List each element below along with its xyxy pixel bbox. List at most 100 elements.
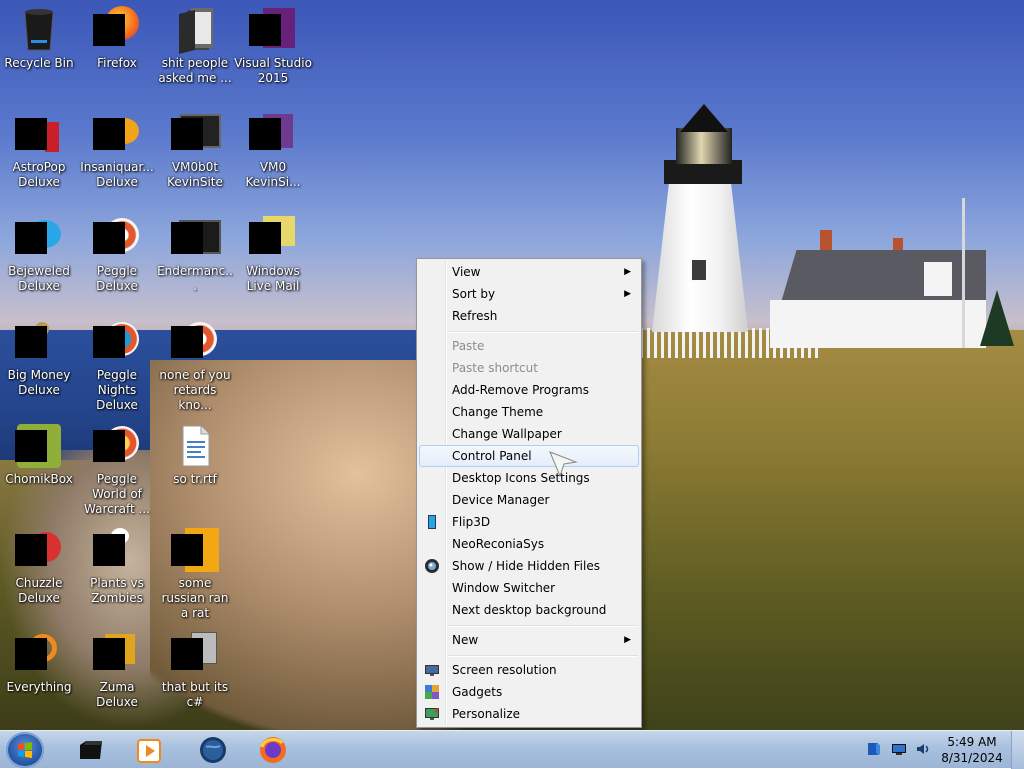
submenu-arrow-icon: ▶: [624, 635, 631, 645]
taskbar-pinned-app[interactable]: [186, 732, 238, 768]
menu-item-neoreconiasys[interactable]: NeoReconiaSys: [419, 533, 639, 555]
menu-item-label: Next desktop background: [452, 603, 607, 617]
desktop-icon-recycle-bin[interactable]: Recycle Bin: [0, 0, 78, 71]
plants-vs-zombies-icon: [93, 526, 141, 574]
desktop-icon-some-russian-ran-a-rat[interactable]: some russian ran a rat: [156, 520, 234, 621]
monitor-icon: [424, 662, 440, 678]
peggle-nights-icon: [93, 318, 141, 366]
menu-item-next-desktop-background[interactable]: Next desktop background: [419, 599, 639, 621]
desktop-icon-label: AstroPop Deluxe: [12, 160, 66, 189]
desktop-icon-so-tr-rtf[interactable]: so tr.rtf: [156, 416, 234, 487]
taskbar: 5:49 AM 8/31/2024: [0, 730, 1024, 769]
desktop-icon-label: Recycle Bin: [4, 56, 74, 70]
flip3d-icon: [424, 514, 440, 530]
desktop-icon-plants-vs-zombies[interactable]: Plants vs Zombies: [78, 520, 156, 606]
wallpaper-lighthouse: [652, 180, 748, 332]
menu-item-paste-shortcut[interactable]: Paste shortcut: [419, 357, 639, 379]
desktop-icon-peggle-deluxe[interactable]: Peggle Deluxe: [78, 208, 156, 294]
recycle-bin-icon: [15, 6, 63, 54]
menu-item-refresh[interactable]: Refresh: [419, 305, 639, 327]
show-desktop-button[interactable]: [1011, 731, 1024, 769]
menu-separator: [448, 331, 638, 333]
menu-item-label: Control Panel: [452, 449, 532, 463]
desktop-icon-visual-studio-2015[interactable]: Visual Studio 2015: [234, 0, 312, 86]
bejeweled-icon: [15, 214, 63, 262]
menu-item-sort-by[interactable]: Sort by ▶: [419, 283, 639, 305]
desktop-icon-peggle-nights-deluxe[interactable]: Peggle Nights Deluxe: [78, 312, 156, 413]
personalize-icon: [424, 706, 440, 722]
globe-icon: [200, 737, 226, 763]
menu-item-paste[interactable]: Paste: [419, 335, 639, 357]
volume-icon[interactable]: [915, 741, 931, 757]
desktop-icon-label: VM0b0t KevinSite: [167, 160, 223, 189]
desktop-icon-chuzzle-deluxe[interactable]: Chuzzle Deluxe: [0, 520, 78, 606]
desktop-icon-big-money-deluxe[interactable]: Big Money Deluxe: [0, 312, 78, 398]
menu-separator: [448, 625, 638, 627]
desktop-icon-none-of-you[interactable]: none of you retards kno...: [156, 312, 234, 413]
menu-item-screen-resolution[interactable]: Screen resolution: [419, 659, 639, 681]
desktop-icon-vm0-kevinsite[interactable]: VM0 KevinSi...: [234, 104, 312, 190]
desktop-icon-that-but-its-csharp[interactable]: that but its c#: [156, 624, 234, 710]
desktop-icon-everything[interactable]: Everything: [0, 624, 78, 695]
desktop-icon-label: Peggle Deluxe: [96, 264, 138, 293]
desktop-icon-firefox[interactable]: Firefox: [78, 0, 156, 71]
menu-item-show-hide-hidden-files[interactable]: Show / Hide Hidden Files: [419, 555, 639, 577]
desktop-icon-endermanch[interactable]: Endermanc...: [156, 208, 234, 294]
astropop-icon: [15, 110, 63, 158]
desktop-icon-folder[interactable]: shit people asked me ...: [156, 0, 234, 86]
wallpaper-lighthouse-cap: [680, 104, 728, 132]
desktop-icon-vm0b0t-kevinsite[interactable]: VM0b0t KevinSite: [156, 104, 234, 190]
taskbar-pinned-app[interactable]: [64, 732, 116, 768]
menu-item-control-panel[interactable]: Control Panel: [419, 445, 639, 467]
vm-shortcut-icon: [249, 110, 297, 158]
chuzzle-icon: [15, 526, 63, 574]
menu-item-change-theme[interactable]: Change Theme: [419, 401, 639, 423]
chomikbox-icon: [15, 422, 63, 470]
desktop-context-menu: View ▶ Sort by ▶ Refresh Paste Paste sho…: [416, 258, 642, 728]
desktop-icon-peggle-world-of-warcraft[interactable]: Peggle World of Warcraft ...: [78, 416, 156, 517]
action-center-icon[interactable]: [866, 741, 882, 757]
desktop-icon-label: Chuzzle Deluxe: [15, 576, 63, 605]
desktop-icon-bejeweled-deluxe[interactable]: Bejeweled Deluxe: [0, 208, 78, 294]
desktop[interactable]: Recycle Bin AstroPop Deluxe Bejeweled De…: [0, 0, 1024, 730]
system-clock[interactable]: 5:49 AM 8/31/2024: [940, 734, 1004, 766]
menu-item-label: Change Wallpaper: [452, 427, 562, 441]
menu-item-window-switcher[interactable]: Window Switcher: [419, 577, 639, 599]
menu-item-personalize[interactable]: Personalize: [419, 703, 639, 725]
menu-item-new[interactable]: New ▶: [419, 629, 639, 651]
desktop-icon-zuma-deluxe[interactable]: Zuma Deluxe: [78, 624, 156, 710]
menu-item-desktop-icons-settings[interactable]: Desktop Icons Settings: [419, 467, 639, 489]
desktop-icon-label: ChomikBox: [5, 472, 73, 486]
menu-item-change-wallpaper[interactable]: Change Wallpaper: [419, 423, 639, 445]
mail-icon: [249, 214, 297, 262]
network-icon[interactable]: [891, 741, 907, 757]
desktop-icon-insaniquarium-deluxe[interactable]: Insaniquar... Deluxe: [78, 104, 156, 190]
menu-item-add-remove-programs[interactable]: Add-Remove Programs: [419, 379, 639, 401]
desktop-icon-label: Big Money Deluxe: [7, 368, 71, 397]
menu-item-label: Gadgets: [452, 685, 503, 699]
submenu-arrow-icon: ▶: [624, 267, 631, 277]
menu-item-view[interactable]: View ▶: [419, 261, 639, 283]
wallpaper-house-dormer: [924, 262, 952, 296]
desktop-icon-label: Peggle World of Warcraft ...: [84, 472, 150, 516]
firefox-icon: [93, 6, 141, 54]
file-icon: [171, 526, 219, 574]
peggle-icon: [171, 318, 219, 366]
menu-item-gadgets[interactable]: Gadgets: [419, 681, 639, 703]
desktop-icon-windows-live-mail[interactable]: Windows Live Mail: [234, 208, 312, 294]
wallpaper-lighthouse-lantern: [676, 128, 732, 164]
menu-item-device-manager[interactable]: Device Manager: [419, 489, 639, 511]
menu-item-flip3d[interactable]: Flip3D: [419, 511, 639, 533]
menu-item-label: NeoReconiaSys: [452, 537, 545, 551]
desktop-icon-label: VM0 KevinSi...: [245, 160, 301, 189]
desktop-icon-chomikbox[interactable]: ChomikBox: [0, 416, 78, 487]
hidden-files-icon: [424, 558, 440, 574]
taskbar-pinned-app[interactable]: [246, 732, 298, 768]
taskbar-pinned-app[interactable]: [122, 732, 174, 768]
menu-item-label: Show / Hide Hidden Files: [452, 559, 600, 573]
menu-item-label: Flip3D: [452, 515, 491, 529]
desktop-icon-astropop-deluxe[interactable]: AstroPop Deluxe: [0, 104, 78, 190]
desktop-icon-label: Firefox: [97, 56, 137, 70]
menu-item-label: Sort by: [452, 287, 496, 301]
start-button[interactable]: [6, 732, 44, 768]
